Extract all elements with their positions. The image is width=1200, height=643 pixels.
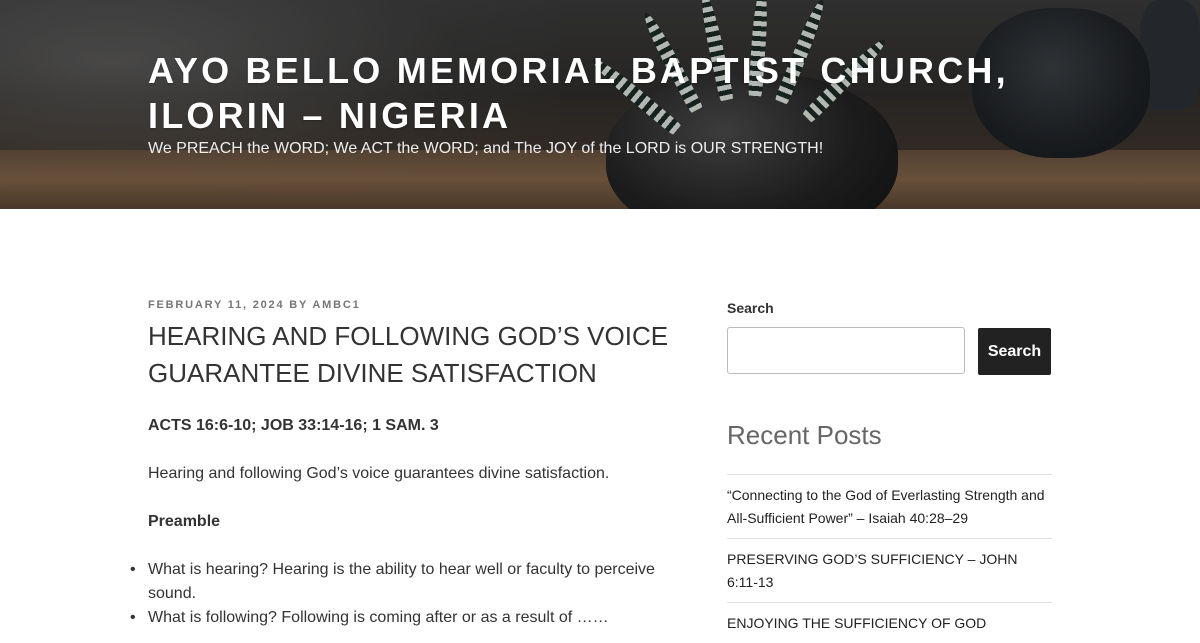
search-button[interactable]: Search <box>978 328 1051 375</box>
list-item: PRESERVING GOD’S SUFFICIENCY – JOHN 6:11… <box>727 538 1052 602</box>
search-label: Search <box>727 300 774 316</box>
list-item: What is following? Following is coming a… <box>130 606 678 630</box>
post-by-label: BY <box>289 299 308 311</box>
post-author-link[interactable]: AMBC1 <box>312 299 360 311</box>
post-date-link[interactable]: FEBRUARY 11, 2024 <box>148 299 284 311</box>
list-item: What is hearing? Hearing is the ability … <box>130 558 678 606</box>
post-intro-paragraph: Hearing and following God’s voice guaran… <box>148 465 610 482</box>
recent-post-link[interactable]: ENJOYING THE SUFFICIENCY OF GOD <box>727 615 986 631</box>
list-item: “Connecting to the God of Everlasting St… <box>727 474 1052 538</box>
recent-post-link[interactable]: “Connecting to the God of Everlasting St… <box>727 487 1045 526</box>
recent-posts-list: “Connecting to the God of Everlasting St… <box>727 474 1052 643</box>
site-header: AYO BELLO MEMORIAL BAPTIST CHURCH, ILORI… <box>0 0 1200 209</box>
site-title[interactable]: AYO BELLO MEMORIAL BAPTIST CHURCH, ILORI… <box>148 48 1048 138</box>
post-content: ACTS 16:6-10; JOB 33:14-16; 1 SAM. 3 Hea… <box>130 414 678 630</box>
post-title: HEARING AND FOLLOWING GOD’S VOICE GUARAN… <box>148 321 669 388</box>
recent-posts-title: Recent Posts <box>727 420 882 450</box>
post-scripture-reference: ACTS 16:6-10; JOB 33:14-16; 1 SAM. 3 <box>148 417 439 434</box>
post-preamble-heading: Preamble <box>148 513 221 530</box>
search-input[interactable] <box>727 327 965 374</box>
recent-post-link[interactable]: PRESERVING GOD’S SUFFICIENCY – JOHN 6:11… <box>727 551 1017 590</box>
site-tagline: We PREACH the WORD; We ACT the WORD; and… <box>148 140 824 157</box>
list-item: ENJOYING THE SUFFICIENCY OF GOD <box>727 602 1052 643</box>
post-meta: FEBRUARY 11, 2024 BY AMBC1 <box>148 299 361 311</box>
post-bullet-list: What is hearing? Hearing is the ability … <box>130 558 678 630</box>
